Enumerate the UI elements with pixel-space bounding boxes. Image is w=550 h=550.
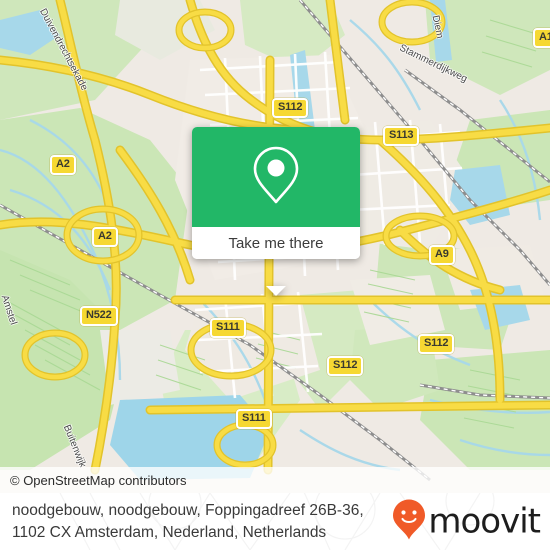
screenshot-root: Duivendrechtsekade Diem Stammerdijkweg A…: [0, 0, 550, 550]
take-me-there-button[interactable]: Take me there: [192, 227, 360, 259]
footer-bar: noodgebouw, noodgebouw, Foppingadreef 26…: [0, 493, 550, 550]
road-shield-s111: S111: [236, 409, 272, 429]
info-card-pointer: [266, 286, 286, 296]
map-canvas[interactable]: Duivendrechtsekade Diem Stammerdijkweg A…: [0, 0, 550, 493]
road-shield-a1: A1: [533, 28, 550, 48]
road-shield-n522: N522: [80, 306, 118, 326]
address-line-2: 1102 CX Amsterdam, Nederland, Netherland…: [12, 523, 327, 541]
road-shield-s113: S113: [383, 126, 420, 146]
moovit-logo[interactable]: moovit: [392, 498, 541, 545]
address-line-1: noodgebouw, noodgebouw, Foppingadreef 26…: [12, 501, 364, 519]
road-shield-s111: S111: [210, 318, 246, 338]
location-info-card[interactable]: Take me there: [192, 127, 360, 296]
road-shield-s112: S112: [418, 334, 455, 354]
road-shield-a2: A2: [92, 227, 118, 247]
road-shield-s112: S112: [327, 356, 364, 376]
map-pin-icon: [252, 145, 300, 210]
osm-attribution-text[interactable]: © OpenStreetMap contributors: [0, 473, 187, 488]
map-attribution-bar: © OpenStreetMap contributors: [0, 467, 550, 493]
info-card-body: Take me there: [192, 127, 360, 259]
take-me-there-label: Take me there: [228, 234, 324, 252]
moovit-wordmark: moovit: [428, 501, 541, 542]
moovit-pin-smile-icon: [392, 498, 426, 545]
road-shield-a2: A2: [50, 155, 76, 175]
info-card-header: [192, 127, 360, 227]
road-shield-s112: S112: [272, 98, 309, 118]
address-text: noodgebouw, noodgebouw, Foppingadreef 26…: [0, 500, 420, 544]
road-shield-a9: A9: [429, 245, 455, 265]
